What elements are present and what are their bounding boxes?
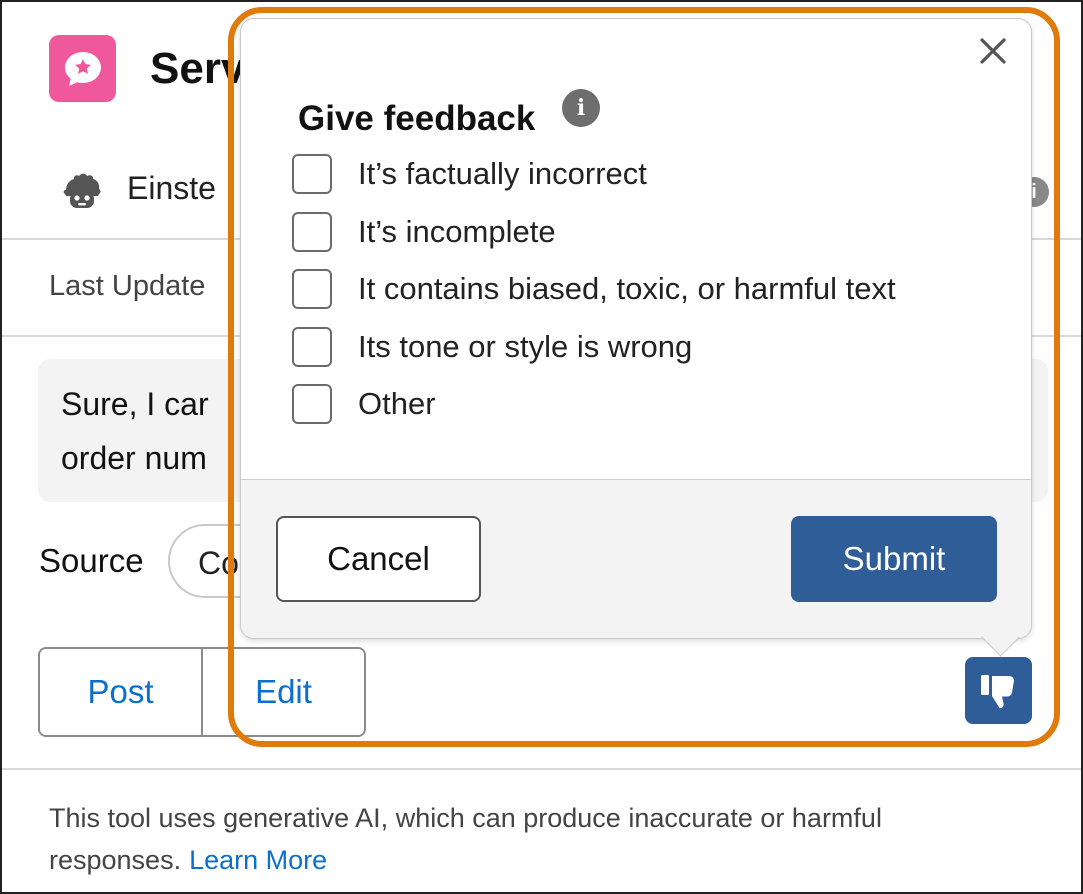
close-button[interactable] bbox=[973, 31, 1013, 71]
thumbs-down-icon bbox=[980, 674, 1014, 708]
response-line: order num bbox=[61, 440, 207, 476]
feedback-option[interactable]: Its tone or style is wrong bbox=[292, 325, 692, 369]
einstein-avatar-icon bbox=[60, 172, 104, 212]
submit-button[interactable]: Submit bbox=[791, 516, 997, 602]
app-title: Serv bbox=[150, 44, 246, 93]
option-label: Its tone or style is wrong bbox=[358, 329, 693, 364]
option-label: It’s factually incorrect bbox=[358, 156, 647, 191]
feedback-popover: Give feedback i It’s factually incorrect… bbox=[240, 18, 1032, 639]
checkbox[interactable] bbox=[292, 154, 332, 194]
cancel-button[interactable]: Cancel bbox=[276, 516, 481, 602]
response-line: Sure, I car bbox=[61, 386, 209, 422]
thumbs-down-button[interactable] bbox=[965, 657, 1032, 724]
response-text: Sure, I car order num bbox=[61, 377, 241, 485]
chat-star-icon bbox=[49, 35, 116, 102]
info-icon[interactable]: i bbox=[562, 89, 600, 127]
disclaimer: This tool uses generative AI, which can … bbox=[49, 797, 1039, 881]
checkbox[interactable] bbox=[292, 327, 332, 367]
checkbox[interactable] bbox=[292, 269, 332, 309]
edit-button[interactable]: Edit bbox=[201, 649, 364, 735]
feedback-option[interactable]: It’s incomplete bbox=[292, 210, 556, 254]
checkbox[interactable] bbox=[292, 384, 332, 424]
feedback-title: Give feedback bbox=[298, 99, 536, 138]
close-icon bbox=[980, 38, 1006, 64]
post-button[interactable]: Post bbox=[40, 649, 201, 735]
action-button-group: Post Edit bbox=[38, 647, 366, 737]
popover-footer: Cancel Submit bbox=[241, 479, 1031, 638]
einstein-label: Einste bbox=[127, 170, 216, 206]
option-label: It contains biased, toxic, or harmful te… bbox=[358, 271, 896, 306]
feedback-option[interactable]: It’s factually incorrect bbox=[292, 152, 647, 196]
feedback-option[interactable]: Other bbox=[292, 382, 436, 426]
option-label: Other bbox=[358, 386, 436, 421]
checkbox[interactable] bbox=[292, 212, 332, 252]
disclaimer-text: This tool uses generative AI, which can … bbox=[49, 803, 882, 875]
assistant-panel: Serv Einste i Last Update Sure, I car or… bbox=[0, 0, 1083, 894]
last-updated-text: Last Update bbox=[49, 270, 206, 302]
learn-more-link[interactable]: Learn More bbox=[189, 845, 327, 875]
source-label: Source bbox=[39, 542, 144, 579]
feedback-option[interactable]: It contains biased, toxic, or harmful te… bbox=[292, 267, 896, 311]
option-label: It’s incomplete bbox=[358, 214, 556, 249]
footer-divider bbox=[2, 768, 1081, 770]
